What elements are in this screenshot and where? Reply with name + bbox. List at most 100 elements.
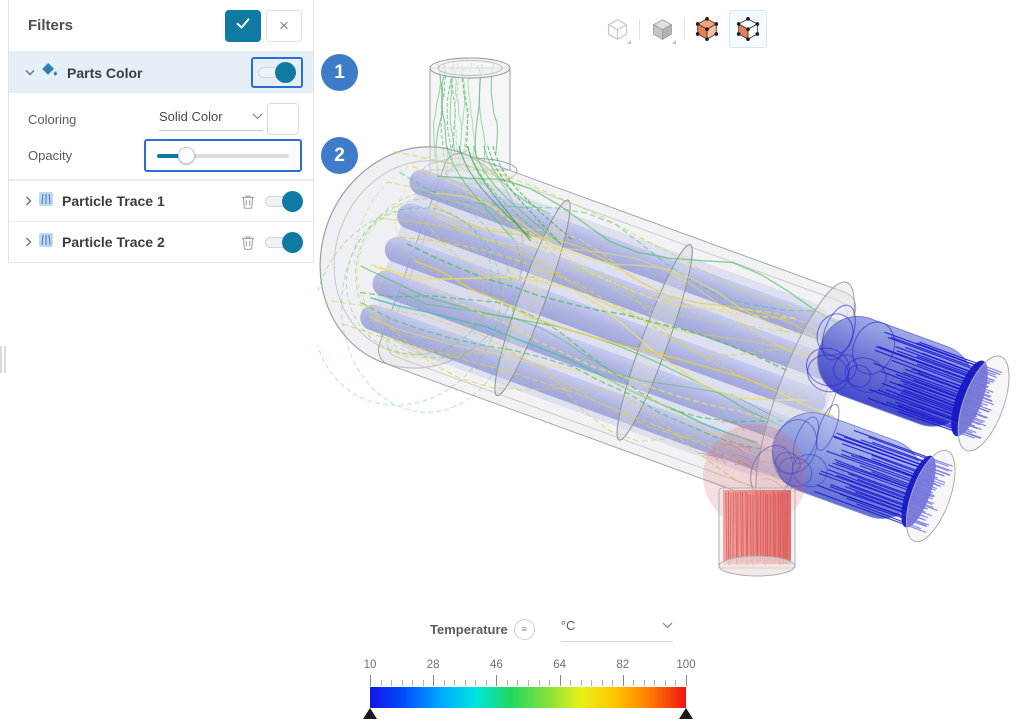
filter-label: Particle Trace 2	[62, 234, 237, 250]
highlight-face-cube-view-button[interactable]	[729, 10, 767, 48]
highlight-faces-cube-icon	[694, 16, 720, 42]
toggle-knob	[275, 62, 296, 83]
legend-tick	[549, 680, 550, 686]
solid-color-swatch[interactable]	[267, 103, 299, 135]
legend-tick-label: 82	[616, 659, 629, 671]
legend-tick-label: 100	[676, 659, 695, 671]
chevron-down-icon[interactable]	[25, 69, 35, 76]
parts-color-toggle[interactable]	[258, 62, 296, 83]
unit-select[interactable]: °C	[561, 616, 673, 642]
close-panel-button[interactable]: ×	[266, 10, 302, 42]
slider-thumb[interactable]	[178, 147, 195, 164]
legend-tick	[602, 680, 603, 686]
legend-tick	[633, 680, 634, 686]
legend-tick	[665, 680, 666, 686]
dropdown-corner-mark	[627, 40, 631, 44]
legend-tick	[391, 680, 392, 686]
toggle-knob	[282, 191, 303, 212]
legend-tick	[465, 680, 466, 686]
opacity-row: Opacity	[9, 137, 313, 173]
legend-tick-label: 64	[553, 659, 566, 671]
trash-icon	[241, 235, 255, 250]
menu-icon: ≡	[522, 624, 527, 634]
chevron-down-icon	[252, 107, 263, 125]
legend-controls: Temperature ≡ °C	[430, 616, 673, 642]
legend-tick	[612, 680, 613, 686]
apply-filters-button[interactable]	[225, 10, 261, 42]
annotation-badge-2: 2	[321, 137, 358, 174]
close-icon: ×	[279, 17, 289, 34]
filter-row-particle-trace-2[interactable]: Particle Trace 2	[9, 221, 313, 262]
dropdown-corner-mark	[672, 40, 676, 44]
particle-trace-1-toggle[interactable]	[265, 191, 303, 212]
toggle-knob	[282, 232, 303, 253]
filter-label: Particle Trace 1	[62, 193, 237, 209]
parts-color-properties: Coloring Solid Color Opacity	[9, 93, 313, 180]
3d-viewport[interactable]	[318, 28, 1024, 620]
panel-title: Filters	[28, 17, 225, 34]
unit-select-value: °C	[561, 618, 662, 633]
legend-max-handle[interactable]	[679, 708, 693, 719]
annotation-outline-1	[251, 57, 303, 88]
solid-cube-icon	[650, 17, 675, 42]
wireframe-cube-icon	[605, 17, 630, 42]
legend-tick	[496, 675, 497, 686]
legend-tick	[570, 680, 571, 686]
coloring-row: Coloring Solid Color	[9, 101, 313, 137]
highlight-faces-cube-view-button[interactable]	[690, 10, 724, 48]
legend-tick	[486, 680, 487, 686]
coloring-select[interactable]: Solid Color	[159, 107, 263, 131]
solid-cube-view-button[interactable]	[645, 10, 679, 48]
wireframe-cube-view-button[interactable]	[600, 10, 634, 48]
filters-panel-header: Filters ×	[9, 0, 313, 52]
legend-tick	[517, 680, 518, 686]
filter-row-particle-trace-1[interactable]: Particle Trace 1	[9, 180, 313, 221]
legend-tick	[686, 675, 687, 686]
legend-tick	[381, 680, 382, 686]
legend-tick	[507, 680, 508, 686]
opacity-slider[interactable]	[157, 147, 289, 164]
legend-min-handle[interactable]	[363, 708, 377, 719]
legend-tick	[539, 680, 540, 686]
chevron-right-icon[interactable]	[25, 196, 32, 206]
legend-tick	[423, 680, 424, 686]
paint-bucket-icon	[41, 62, 59, 83]
delete-filter-button[interactable]	[237, 194, 259, 209]
legend-tick	[581, 680, 582, 686]
legend-tick-label: 28	[427, 659, 440, 671]
view-toolbar	[600, 10, 767, 48]
legend-range-handles	[370, 708, 686, 721]
highlight-face-cube-icon	[735, 16, 761, 42]
legend-tick	[654, 680, 655, 686]
legend-tick-marks	[370, 675, 686, 686]
parts-color-label: Parts Color	[67, 65, 251, 81]
legend-tick-labels: 1028466482100	[370, 659, 686, 672]
legend-tick	[370, 675, 371, 686]
opacity-label: Opacity	[28, 148, 72, 163]
legend-tick	[644, 680, 645, 686]
chevron-right-icon[interactable]	[25, 237, 32, 247]
annotation-badge-1: 1	[321, 54, 358, 91]
legend-gradient-bar[interactable]	[370, 687, 686, 708]
filters-panel: Filters × Parts Color	[8, 0, 314, 263]
legend-tick	[675, 680, 676, 686]
toolbar-divider	[684, 19, 685, 39]
check-icon	[234, 14, 252, 37]
legend-field-label: Temperature	[430, 622, 508, 637]
delete-filter-button[interactable]	[237, 235, 259, 250]
legend-tick	[475, 680, 476, 686]
legend-tick	[623, 675, 624, 686]
legend-menu-button[interactable]: ≡	[514, 619, 535, 640]
chevron-down-icon	[662, 616, 673, 634]
parts-color-row[interactable]: Parts Color	[9, 52, 313, 93]
panel-drag-handle[interactable]	[0, 346, 8, 373]
trash-icon	[241, 194, 255, 209]
particle-trace-icon	[38, 191, 54, 212]
legend-tick	[454, 680, 455, 686]
legend-tick	[528, 680, 529, 686]
legend-tick	[560, 675, 561, 686]
annotation-outline-2	[144, 139, 302, 172]
legend-tick	[433, 675, 434, 686]
particle-trace-2-toggle[interactable]	[265, 232, 303, 253]
legend-tick	[444, 680, 445, 686]
